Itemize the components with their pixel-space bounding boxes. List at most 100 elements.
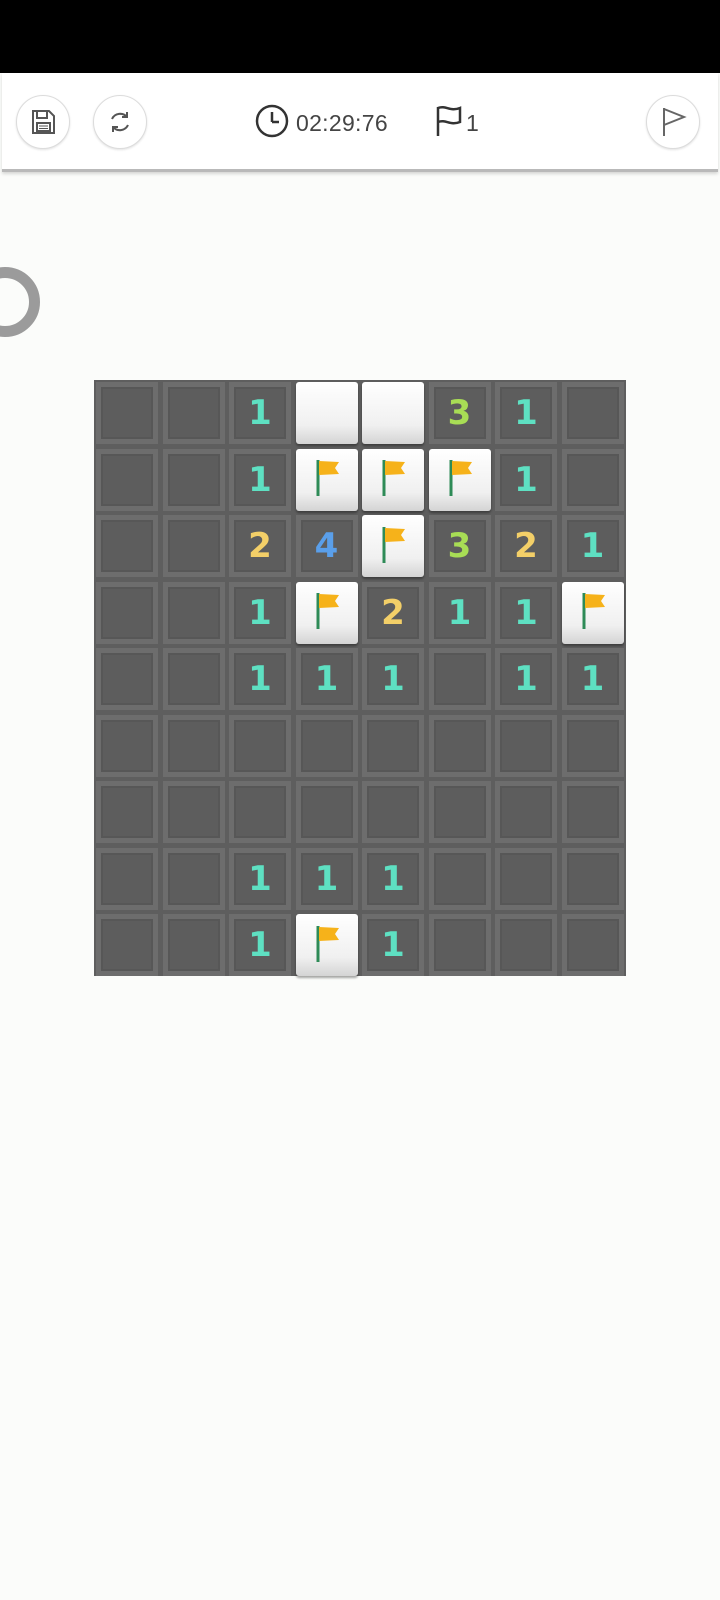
cell-number-label: 1 bbox=[314, 659, 339, 699]
cell-empty[interactable] bbox=[295, 714, 358, 777]
cell-number[interactable]: 1 bbox=[229, 914, 291, 976]
cell-number[interactable]: 1 bbox=[295, 648, 358, 710]
cell-number[interactable]: 1 bbox=[362, 648, 424, 710]
cell-number[interactable]: 1 bbox=[495, 648, 557, 710]
cell-hidden[interactable] bbox=[162, 515, 225, 577]
cell-flagged[interactable] bbox=[362, 515, 424, 577]
cell-number-label: 3 bbox=[447, 393, 472, 433]
cell-hidden[interactable] bbox=[162, 382, 225, 444]
cell-raised[interactable] bbox=[295, 382, 358, 444]
cell-number-label: 1 bbox=[514, 592, 538, 633]
status-bar bbox=[0, 0, 720, 73]
cell-number[interactable]: 2 bbox=[495, 515, 557, 577]
cell-number-label: 2 bbox=[248, 526, 272, 566]
cell-empty[interactable] bbox=[362, 781, 424, 843]
toolbar: 02:29:76 1 bbox=[2, 73, 718, 172]
cell-flagged[interactable] bbox=[428, 448, 491, 511]
cell-number-label: 1 bbox=[514, 393, 538, 433]
cell-empty[interactable] bbox=[428, 714, 491, 777]
flag-icon bbox=[307, 920, 347, 971]
cell-empty[interactable] bbox=[561, 914, 624, 976]
cell-empty[interactable] bbox=[561, 781, 624, 843]
cell-number-label: 1 bbox=[248, 459, 272, 500]
cell-hidden[interactable] bbox=[561, 448, 624, 511]
cell-hidden[interactable] bbox=[162, 847, 225, 910]
cell-hidden[interactable] bbox=[96, 382, 158, 444]
cell-number[interactable]: 4 bbox=[295, 515, 358, 577]
cell-empty[interactable] bbox=[362, 714, 424, 777]
cell-number-label: 1 bbox=[248, 393, 272, 433]
flag-mode-button[interactable] bbox=[646, 95, 700, 149]
cell-flagged[interactable] bbox=[295, 581, 358, 644]
cell-number[interactable]: 3 bbox=[428, 382, 491, 444]
cell-flagged[interactable] bbox=[362, 448, 424, 511]
cell-number[interactable]: 1 bbox=[362, 847, 424, 910]
cell-number-label: 1 bbox=[580, 659, 605, 699]
cell-number-label: 1 bbox=[248, 858, 272, 899]
cell-number[interactable]: 1 bbox=[561, 648, 624, 710]
cell-number[interactable]: 1 bbox=[295, 847, 358, 910]
cell-hidden[interactable] bbox=[162, 648, 225, 710]
cell-number[interactable]: 1 bbox=[495, 448, 557, 511]
cell-hidden[interactable] bbox=[162, 714, 225, 777]
cell-number-label: 3 bbox=[447, 526, 472, 566]
cell-flagged[interactable] bbox=[561, 581, 624, 644]
flag-count: 1 bbox=[466, 110, 479, 136]
cell-raised[interactable] bbox=[362, 382, 424, 444]
cell-number[interactable]: 1 bbox=[229, 382, 291, 444]
cell-empty[interactable] bbox=[428, 847, 491, 910]
cell-hidden[interactable] bbox=[96, 847, 158, 910]
cell-hidden[interactable] bbox=[96, 914, 158, 976]
cell-number-label: 1 bbox=[381, 858, 405, 899]
cell-number-label: 1 bbox=[381, 925, 405, 965]
cell-number[interactable]: 2 bbox=[229, 515, 291, 577]
cell-empty[interactable] bbox=[229, 781, 291, 843]
cell-hidden[interactable] bbox=[162, 448, 225, 511]
floating-handle[interactable] bbox=[0, 267, 40, 337]
cell-number[interactable]: 1 bbox=[495, 382, 557, 444]
cell-hidden[interactable] bbox=[162, 581, 225, 644]
cell-hidden[interactable] bbox=[96, 714, 158, 777]
cell-empty[interactable] bbox=[229, 714, 291, 777]
cell-number[interactable]: 1 bbox=[229, 581, 291, 644]
cell-empty[interactable] bbox=[495, 714, 557, 777]
cell-number[interactable]: 1 bbox=[362, 914, 424, 976]
timer: 02:29:76 bbox=[254, 103, 388, 144]
cell-empty[interactable] bbox=[428, 914, 491, 976]
cell-empty[interactable] bbox=[495, 914, 557, 976]
cell-empty[interactable] bbox=[561, 847, 624, 910]
cell-number[interactable]: 1 bbox=[428, 581, 491, 644]
cell-hidden[interactable] bbox=[96, 648, 158, 710]
cell-empty[interactable] bbox=[495, 781, 557, 843]
cell-hidden[interactable] bbox=[561, 382, 624, 444]
cell-hidden[interactable] bbox=[96, 781, 158, 843]
restart-button[interactable] bbox=[93, 95, 147, 149]
cell-hidden[interactable] bbox=[96, 448, 158, 511]
cell-hidden[interactable] bbox=[96, 515, 158, 577]
cell-number-label: 1 bbox=[314, 858, 339, 899]
cell-empty[interactable] bbox=[495, 847, 557, 910]
cell-number[interactable]: 3 bbox=[428, 515, 491, 577]
cell-empty[interactable] bbox=[295, 781, 358, 843]
minesweeper-board: 1 3 1 1 1 2 4 3 2 1 1 2 1 1 1 1 1 1 1 1 1 1 1 1 bbox=[94, 380, 626, 976]
cell-number[interactable]: 1 bbox=[229, 648, 291, 710]
flag-mode-icon bbox=[658, 105, 688, 139]
cell-flagged[interactable] bbox=[295, 914, 358, 976]
flag-icon bbox=[307, 454, 347, 505]
cell-number[interactable]: 2 bbox=[362, 581, 424, 644]
cell-number[interactable]: 1 bbox=[561, 515, 624, 577]
cell-hidden[interactable] bbox=[96, 581, 158, 644]
cell-hidden[interactable] bbox=[162, 781, 225, 843]
cell-number[interactable]: 1 bbox=[495, 581, 557, 644]
cell-empty[interactable] bbox=[561, 714, 624, 777]
cell-empty[interactable] bbox=[428, 781, 491, 843]
cell-number[interactable]: 1 bbox=[229, 847, 291, 910]
cell-flagged[interactable] bbox=[295, 448, 358, 511]
timer-value: 02:29:76 bbox=[296, 110, 388, 136]
save-button[interactable] bbox=[16, 95, 70, 149]
cell-empty[interactable] bbox=[428, 648, 491, 710]
cell-number[interactable]: 1 bbox=[229, 448, 291, 511]
cell-hidden[interactable] bbox=[162, 914, 225, 976]
flag-icon bbox=[573, 587, 613, 638]
flag-icon bbox=[440, 454, 480, 505]
